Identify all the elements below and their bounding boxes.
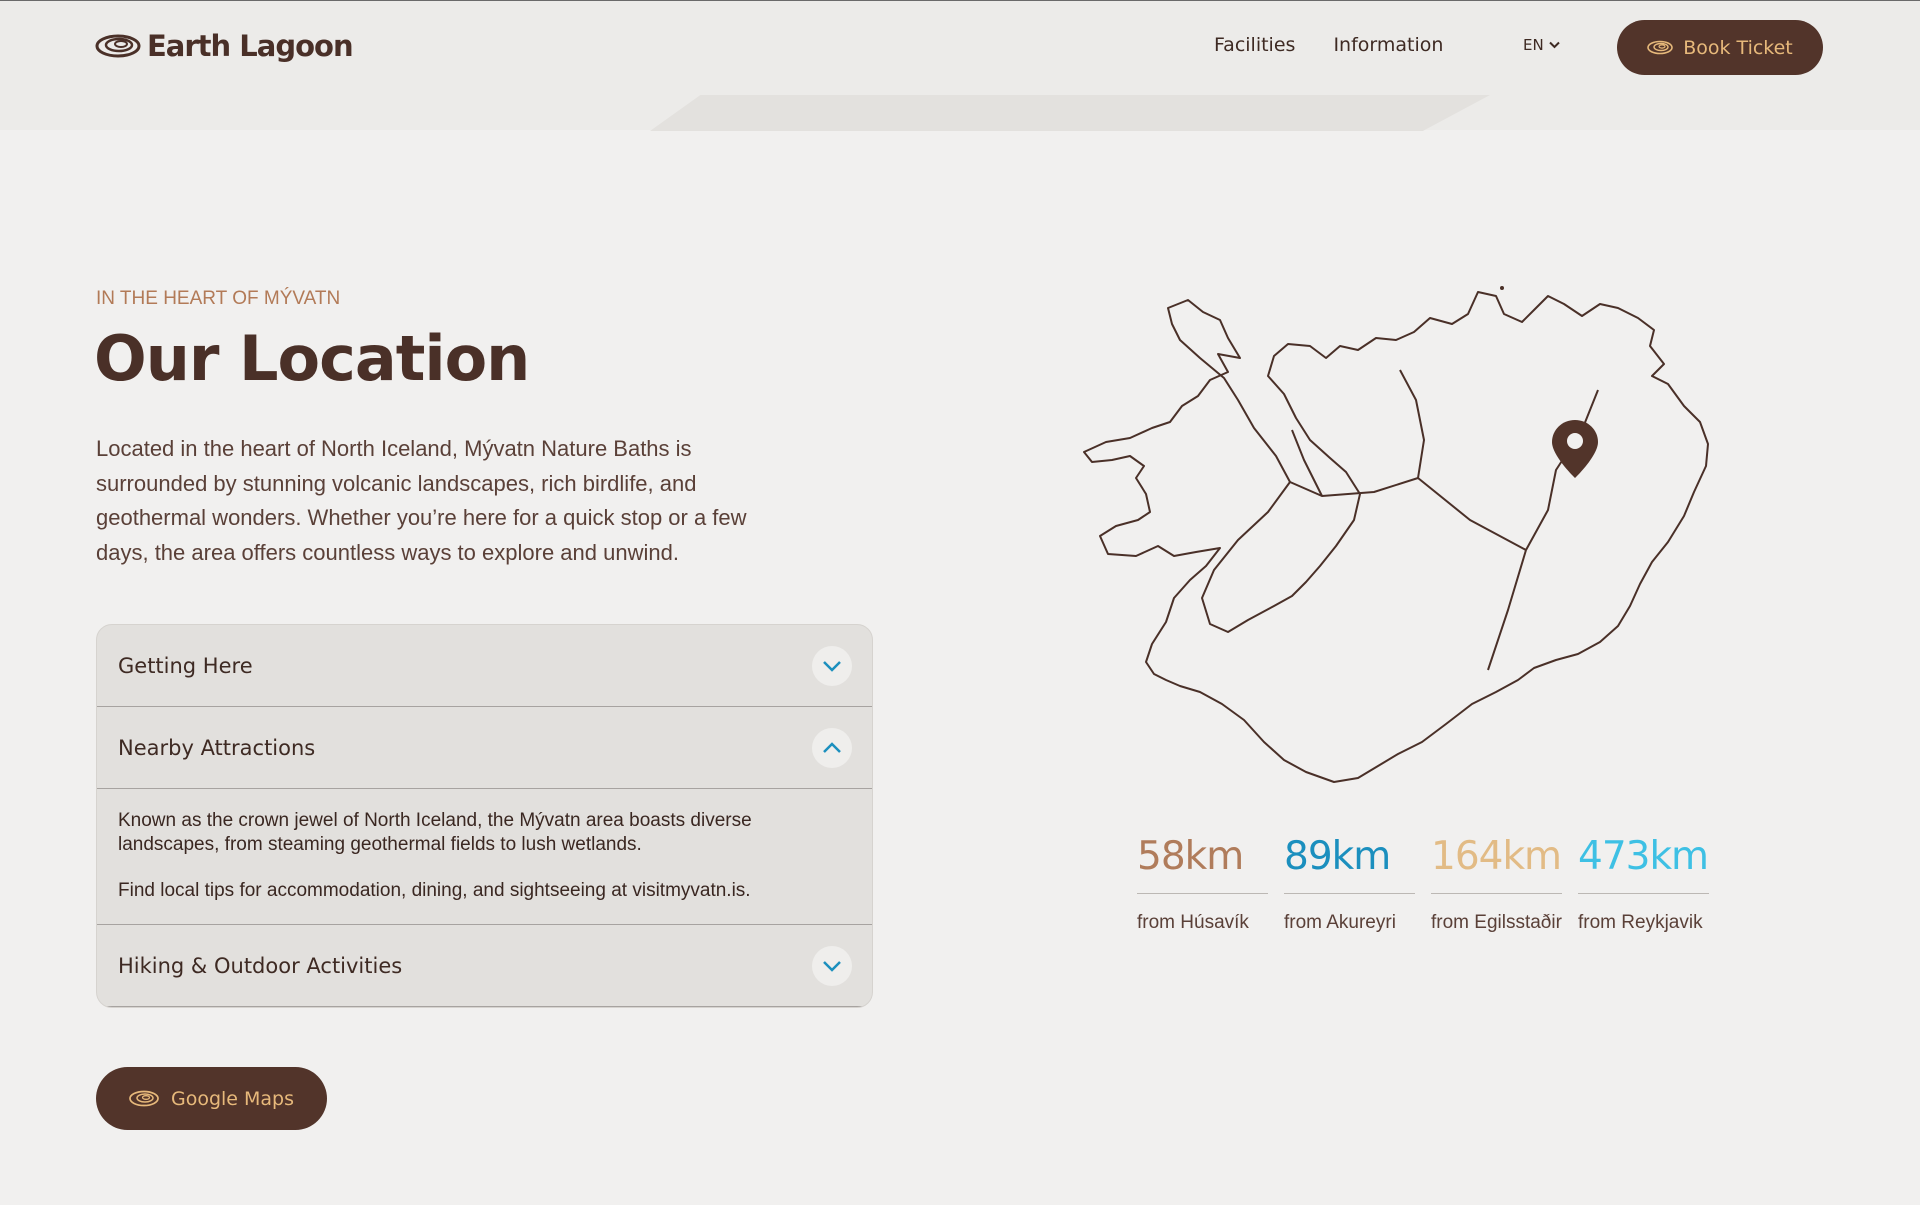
brand-name: Earth Lagoon xyxy=(147,29,354,63)
accordion-toggle[interactable] xyxy=(812,645,852,686)
distance-label: from Reykjavik xyxy=(1578,912,1703,933)
main-nav: Facilities Information xyxy=(1214,34,1443,56)
distance-value: 58km xyxy=(1137,834,1268,894)
book-ticket-button[interactable]: Book Ticket xyxy=(1617,20,1823,75)
section-eyebrow: IN THE HEART OF MÝVATN xyxy=(96,288,341,309)
intro-text: Located in the heart of North Iceland, M… xyxy=(96,436,747,565)
accordion-paragraph: Known as the crown jewel of North Icelan… xyxy=(118,810,752,855)
accordion-title: Hiking & Outdoor Activities xyxy=(118,953,403,978)
region-border xyxy=(1291,429,1323,497)
distance-reykjavik: 473km from Reykjavik xyxy=(1578,834,1709,934)
distance-value: 89km xyxy=(1284,834,1415,894)
accordion-item-getting-here[interactable]: Getting Here xyxy=(97,625,872,707)
islet xyxy=(1500,286,1504,290)
location-pin-icon[interactable] xyxy=(1550,418,1600,480)
distance-label: from Húsavík xyxy=(1137,912,1249,933)
chevron-down-icon xyxy=(823,660,841,672)
info-accordion: Getting Here Nearby Attractions Known as… xyxy=(96,624,873,1008)
nav-facilities[interactable]: Facilities xyxy=(1214,34,1295,56)
distance-husavik: 58km from Húsavík xyxy=(1137,834,1268,934)
accordion-item-hiking[interactable]: Hiking & Outdoor Activities xyxy=(97,925,872,1007)
accordion-panel-nearby-attractions: Known as the crown jewel of North Icelan… xyxy=(97,789,872,925)
iceland-map xyxy=(1078,280,1794,794)
chevron-up-icon xyxy=(823,741,841,753)
accordion-paragraph: Find local tips for accommodation, dinin… xyxy=(118,880,751,901)
distance-value: 473km xyxy=(1578,834,1709,894)
iceland-outline xyxy=(1083,286,1709,794)
accordion-title: Getting Here xyxy=(118,653,253,678)
language-label: EN xyxy=(1523,36,1544,54)
nav-information[interactable]: Information xyxy=(1333,34,1443,56)
lagoon-swirl-icon xyxy=(129,1090,159,1107)
region-border xyxy=(1399,369,1425,479)
accordion-toggle[interactable] xyxy=(812,945,852,986)
region-border xyxy=(1487,549,1527,671)
lagoon-swirl-icon xyxy=(1647,40,1674,55)
google-maps-button[interactable]: Google Maps xyxy=(96,1067,327,1130)
page-title: Our Location xyxy=(94,322,530,395)
brand-logo[interactable]: Earth Lagoon xyxy=(95,28,354,64)
lagoon-swirl-icon xyxy=(95,34,141,58)
accordion-item-nearby-attractions[interactable]: Nearby Attractions xyxy=(97,707,872,789)
region-border xyxy=(1289,477,1527,551)
coastline xyxy=(1083,291,1709,783)
distance-egilsstadir: 164km from Egilsstaðir xyxy=(1431,834,1562,934)
chevron-down-icon xyxy=(823,960,841,972)
distance-label: from Akureyri xyxy=(1284,912,1396,933)
book-ticket-label: Book Ticket xyxy=(1683,36,1793,59)
google-maps-label: Google Maps xyxy=(170,1087,295,1110)
distance-value: 164km xyxy=(1431,834,1562,894)
accordion-toggle[interactable] xyxy=(812,727,852,768)
chevron-down-icon xyxy=(1548,41,1560,49)
distance-stats: 58km from Húsavík 89km from Akureyri 164… xyxy=(1137,834,1709,934)
language-selector[interactable]: EN xyxy=(1523,36,1560,54)
distance-akureyri: 89km from Akureyri xyxy=(1284,834,1415,934)
accordion-title: Nearby Attractions xyxy=(118,735,316,760)
header-decoration xyxy=(650,95,1490,131)
distance-label: from Egilsstaðir xyxy=(1431,912,1562,933)
